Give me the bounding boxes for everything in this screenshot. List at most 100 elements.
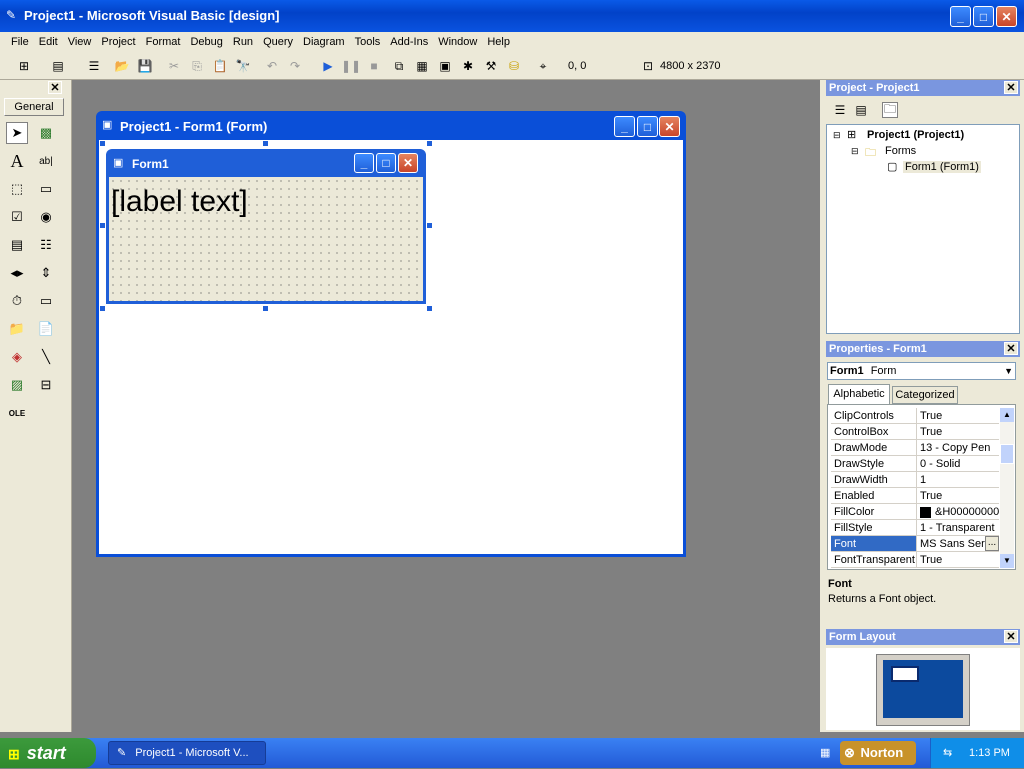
menu-view[interactable]: View (63, 36, 97, 48)
resize-handle[interactable] (100, 141, 105, 146)
add-form-icon[interactable]: ▤ (50, 58, 66, 74)
picturebox-tool-icon[interactable]: ▩ (35, 122, 57, 144)
ole-tool-icon[interactable]: OLE (6, 402, 28, 424)
toolbox-close-button[interactable]: ✕ (48, 81, 62, 94)
resize-handle[interactable] (263, 306, 268, 311)
form-position-marker[interactable] (891, 666, 919, 682)
object-selector[interactable]: Form1 Form ▼ (827, 362, 1016, 380)
data-tool-icon[interactable]: ⊟ (35, 374, 57, 396)
line-tool-icon[interactable]: ╲ (35, 346, 57, 368)
textbox-tool-icon[interactable]: ab| (35, 150, 57, 172)
resize-handle[interactable] (427, 306, 432, 311)
menu-diagram[interactable]: Diagram (298, 36, 350, 48)
pointer-tool-icon[interactable]: ➤ (6, 122, 28, 144)
scroll-thumb[interactable] (1000, 444, 1014, 464)
norton-button[interactable]: ⊗ Norton (840, 741, 916, 765)
hscrollbar-tool-icon[interactable]: ◂▸ (6, 262, 28, 284)
property-row[interactable]: DrawWidth 1 (831, 472, 999, 488)
scroll-down-icon[interactable]: ▼ (1000, 554, 1014, 568)
add-project-icon[interactable]: ⊞ (16, 58, 32, 74)
listbox-tool-icon[interactable]: ☷ (35, 234, 57, 256)
find-icon[interactable]: 🔭 (235, 58, 251, 74)
maximize-button[interactable]: □ (973, 6, 994, 27)
properties-close-button[interactable]: ✕ (1004, 342, 1018, 355)
property-value[interactable]: True (917, 488, 999, 503)
shape-tool-icon[interactable]: ◈ (6, 346, 28, 368)
tab-categorized[interactable]: Categorized (892, 386, 958, 404)
form1-close-button[interactable]: ✕ (398, 153, 418, 173)
form-layout-icon[interactable]: ▣ (437, 58, 453, 74)
object-browser-icon[interactable]: ✱ (460, 58, 476, 74)
tree-collapse-icon[interactable]: ⊟ (833, 130, 841, 141)
tree-collapse-icon[interactable]: ⊟ (851, 146, 859, 157)
property-row[interactable]: DrawStyle 0 - Solid (831, 456, 999, 472)
property-row[interactable]: ControlBox True (831, 424, 999, 440)
project-explorer-close-button[interactable]: ✕ (1004, 81, 1018, 94)
optionbutton-tool-icon[interactable]: ◉ (35, 206, 57, 228)
tree-forms-folder[interactable]: Forms (885, 145, 916, 157)
form1-minimize-button[interactable]: _ (354, 153, 374, 173)
dirlistbox-tool-icon[interactable]: 📁 (6, 318, 28, 340)
frame-tool-icon[interactable]: ⬚ (6, 178, 28, 200)
form1-maximize-button[interactable]: □ (376, 153, 396, 173)
property-row[interactable]: Enabled True (831, 488, 999, 504)
checkbox-tool-icon[interactable]: ☑ (6, 206, 28, 228)
open-project-icon[interactable]: 📂 (114, 58, 130, 74)
property-row[interactable]: ClipControls True (831, 408, 999, 424)
filelistbox-tool-icon[interactable]: 📄 (35, 318, 57, 340)
timer-tool-icon[interactable]: ⏱ (6, 290, 28, 312)
project-explorer-icon[interactable]: ⧉ (391, 58, 407, 74)
menu-file[interactable]: File (6, 36, 34, 48)
copy-icon[interactable]: ⎘ (189, 58, 205, 74)
menu-addins[interactable]: Add-Ins (385, 36, 433, 48)
menu-format[interactable]: Format (141, 36, 186, 48)
vscrollbar-tool-icon[interactable]: ⇕ (35, 262, 57, 284)
form1-label[interactable]: [label text] (111, 185, 248, 219)
property-value[interactable]: 1 (917, 472, 999, 487)
ellipsis-button[interactable]: ... (985, 536, 999, 551)
property-value[interactable]: True (917, 552, 999, 567)
property-value[interactable]: 1 - Transparent (917, 520, 999, 535)
menu-query[interactable]: Query (258, 36, 298, 48)
tab-alphabetic[interactable]: Alphabetic (828, 384, 890, 404)
resize-handle[interactable] (263, 141, 268, 146)
menu-tools[interactable]: Tools (350, 36, 386, 48)
commandbutton-tool-icon[interactable]: ▭ (35, 178, 57, 200)
start-button[interactable]: ⊞ start (0, 738, 96, 768)
menu-edit[interactable]: Edit (34, 36, 63, 48)
designer-close-button[interactable]: ✕ (659, 116, 680, 137)
designer-maximize-button[interactable]: □ (637, 116, 658, 137)
property-row[interactable]: FillColor &H00000000 (831, 504, 999, 520)
form1[interactable]: ▣ Form1 _ □ ✕ [label text] (106, 149, 426, 304)
designer-minimize-button[interactable]: _ (614, 116, 635, 137)
minimize-button[interactable]: _ (950, 6, 971, 27)
resize-handle[interactable] (100, 306, 105, 311)
property-row[interactable]: FontTransparent True (831, 552, 999, 568)
cut-icon[interactable]: ✂ (166, 58, 182, 74)
view-code-icon[interactable]: ☰ (832, 102, 848, 118)
property-value[interactable]: True (917, 424, 999, 439)
tray-keyboard-icon[interactable]: ▦ (820, 746, 830, 759)
network-icon[interactable]: ⇆ (943, 746, 952, 759)
tree-form1-item[interactable]: Form1 (Form1) (903, 161, 981, 173)
menu-run[interactable]: Run (228, 36, 258, 48)
pause-icon[interactable]: ❚❚ (341, 58, 361, 74)
label-tool-icon[interactable]: A (6, 150, 28, 172)
resize-handle[interactable] (100, 223, 105, 228)
toolbox-general-tab[interactable]: General (4, 98, 64, 116)
property-row[interactable]: DrawMode 13 - Copy Pen (831, 440, 999, 456)
menu-editor-icon[interactable]: ☰ (86, 58, 102, 74)
toolbox-icon[interactable]: ⚒ (483, 58, 499, 74)
redo-icon[interactable]: ↷ (287, 58, 303, 74)
resize-handle[interactable] (427, 141, 432, 146)
menu-project[interactable]: Project (96, 36, 140, 48)
form-layout-close-button[interactable]: ✕ (1004, 630, 1018, 643)
data-view-icon[interactable]: ⛁ (506, 58, 522, 74)
view-object-icon[interactable]: ▤ (853, 102, 869, 118)
stop-icon[interactable]: ■ (366, 58, 382, 74)
menu-debug[interactable]: Debug (185, 36, 227, 48)
taskbar-task-button[interactable]: ✎ Project1 - Microsoft V... (108, 741, 266, 765)
drivelistbox-tool-icon[interactable]: ▭ (35, 290, 57, 312)
scroll-up-icon[interactable]: ▲ (1000, 408, 1014, 422)
paste-icon[interactable]: 📋 (212, 58, 228, 74)
